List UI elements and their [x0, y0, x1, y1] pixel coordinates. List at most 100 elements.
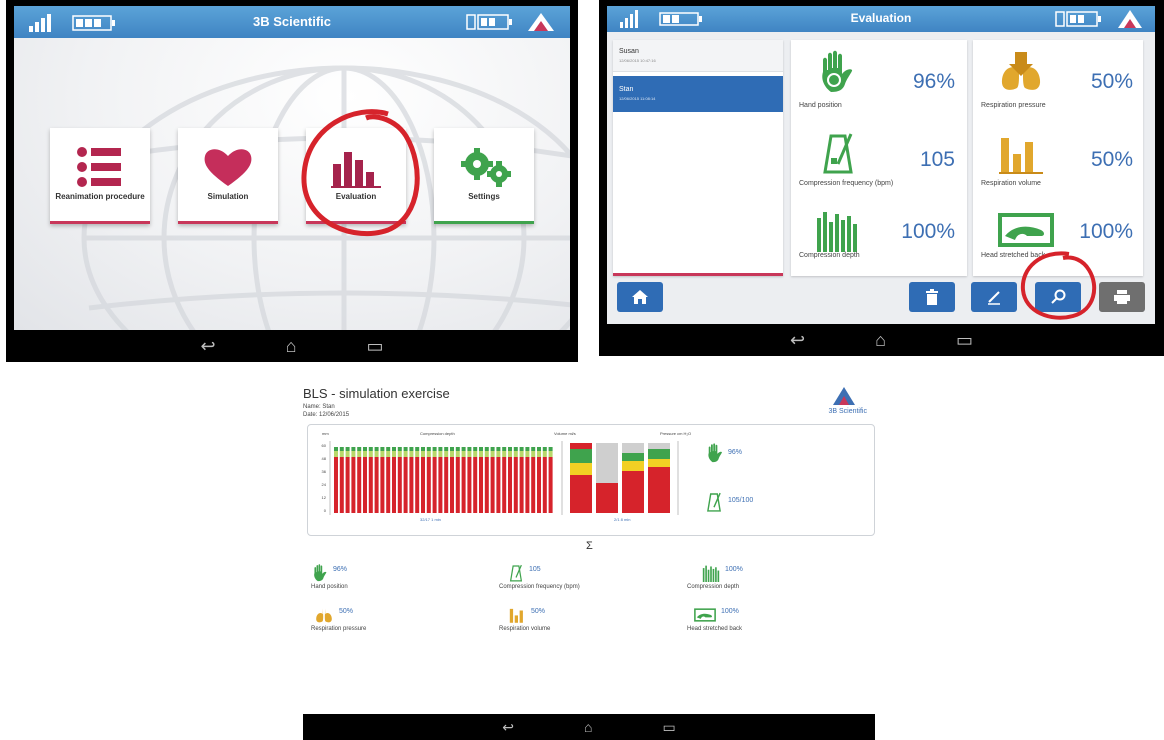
back-icon[interactable]: ↩: [790, 330, 805, 351]
compression-bar: [438, 447, 443, 451]
head-tilt-icon: [694, 608, 716, 622]
metric-value: 50%: [1090, 70, 1133, 93]
printer-icon: [1114, 290, 1130, 304]
compression-bar: [409, 447, 414, 451]
compression-bar: [415, 447, 420, 451]
compression-bar: [513, 447, 518, 451]
gears-icon: [461, 148, 511, 187]
compression-bar: [374, 457, 379, 513]
respiration-column: [570, 475, 592, 513]
compression-bar: [392, 457, 396, 513]
compression-bar: [479, 451, 483, 457]
tile-label: Reanimation procedure: [55, 192, 145, 201]
compression-bar: [426, 451, 431, 457]
compression-bar: [525, 451, 530, 457]
respiration-column: [622, 471, 644, 513]
edit-button[interactable]: [971, 282, 1017, 312]
depth-bars-icon: [817, 212, 857, 252]
print-button[interactable]: [1099, 282, 1145, 312]
reanimation-procedure-tile[interactable]: Reanimation procedure: [50, 128, 150, 224]
session-item-susan[interactable]: Susan 12/06/2015 10:47:16: [613, 40, 783, 72]
android-nav-bar: ↩ ⌂ ▭: [6, 330, 578, 362]
compression-bar: [421, 451, 425, 457]
compression-bar: [386, 447, 391, 451]
compression-bar: [537, 451, 541, 457]
back-icon[interactable]: ↩: [502, 719, 514, 736]
simulation-tile[interactable]: Simulation: [178, 128, 278, 224]
report-name: Name: Stan: [303, 404, 335, 410]
compression-bar: [415, 451, 420, 457]
session-item-stan[interactable]: Stan 12/06/2015 11:08:14: [613, 76, 783, 112]
home-icon: [632, 290, 648, 304]
compression-bar: [438, 457, 443, 513]
compression-bar: [467, 451, 472, 457]
report-chart: mm Compression depth Volume ml/s Pressur…: [322, 431, 692, 522]
respiration-column: [570, 463, 592, 475]
compression-bar: [542, 451, 547, 457]
tile-label: Simulation: [207, 192, 249, 201]
compression-bar: [444, 447, 449, 451]
report-view: BLS - simulation exercise Name: Stan Dat…: [303, 380, 875, 740]
compression-bar: [397, 447, 402, 451]
sigma-symbol: Σ: [586, 540, 593, 552]
compression-bar: [397, 451, 402, 457]
compression-bar: [339, 447, 344, 451]
compression-bar: [537, 447, 541, 451]
respiration-column: [622, 443, 644, 453]
summary-value: 100%: [721, 608, 739, 615]
compression-bar: [432, 457, 437, 513]
compression-bar: [537, 457, 541, 513]
y-tick: 60: [322, 443, 327, 448]
compression-bar: [380, 457, 385, 513]
y-tick: 12: [322, 495, 327, 500]
compression-bar: [351, 457, 356, 513]
app-header: 3B Scientific: [14, 6, 570, 38]
compression-bar: [403, 451, 408, 457]
compression-bar: [368, 451, 373, 457]
device-battery-icon: [1055, 11, 1101, 27]
compression-bar: [542, 447, 547, 451]
session-time: 12/06/2015 10:47:16: [619, 58, 656, 63]
summary-hand-position: 96% Hand position: [311, 564, 431, 594]
delete-button[interactable]: [909, 282, 955, 312]
compression-bar: [444, 451, 449, 457]
3b-logo-icon: [528, 13, 554, 31]
metric-label: Hand position: [799, 102, 842, 109]
unit-label: mm: [322, 431, 329, 436]
compression-bar: [479, 457, 483, 513]
settings-tile[interactable]: Settings: [434, 128, 534, 224]
trash-icon: [926, 289, 938, 305]
compression-bar: [467, 447, 472, 451]
home-icon[interactable]: ⌂: [584, 719, 592, 735]
volume-bars-icon: [509, 608, 523, 623]
summary-label: Respiration volume: [499, 626, 551, 632]
recents-icon[interactable]: ▭: [366, 336, 383, 357]
compression-bar: [421, 447, 425, 451]
session-name: Stan: [619, 86, 634, 93]
back-icon[interactable]: ↩: [201, 336, 216, 357]
compression-bar: [351, 451, 356, 457]
lungs-icon: [1001, 52, 1041, 90]
respiration-column: [622, 461, 644, 471]
metric-label: Compression depth: [799, 252, 860, 259]
summary-compression-frequency: 105 Compression frequency (bpm): [499, 564, 619, 594]
compression-bar: [490, 457, 495, 513]
session-name: Susan: [619, 48, 639, 55]
compression-bar: [502, 447, 507, 451]
android-nav-bar: ↩ ⌂ ▭: [303, 714, 875, 740]
summary-respiration-volume: 50% Respiration volume: [499, 606, 619, 636]
recents-icon[interactable]: ▭: [662, 719, 675, 736]
metric-value: 105: [919, 148, 955, 171]
compression-bar: [357, 457, 362, 513]
recents-icon[interactable]: ▭: [956, 330, 973, 351]
summary-value: 50%: [531, 608, 546, 615]
chart-mid-title: Volume ml/s: [554, 431, 576, 436]
home-icon[interactable]: ⌂: [286, 336, 297, 357]
summary-value: 50%: [339, 608, 354, 615]
home-button[interactable]: [617, 282, 663, 312]
respiration-column: [622, 453, 644, 461]
respiration-column: [596, 483, 618, 513]
compression-bar: [502, 457, 507, 513]
home-icon[interactable]: ⌂: [875, 330, 886, 351]
compression-bar: [496, 447, 501, 451]
